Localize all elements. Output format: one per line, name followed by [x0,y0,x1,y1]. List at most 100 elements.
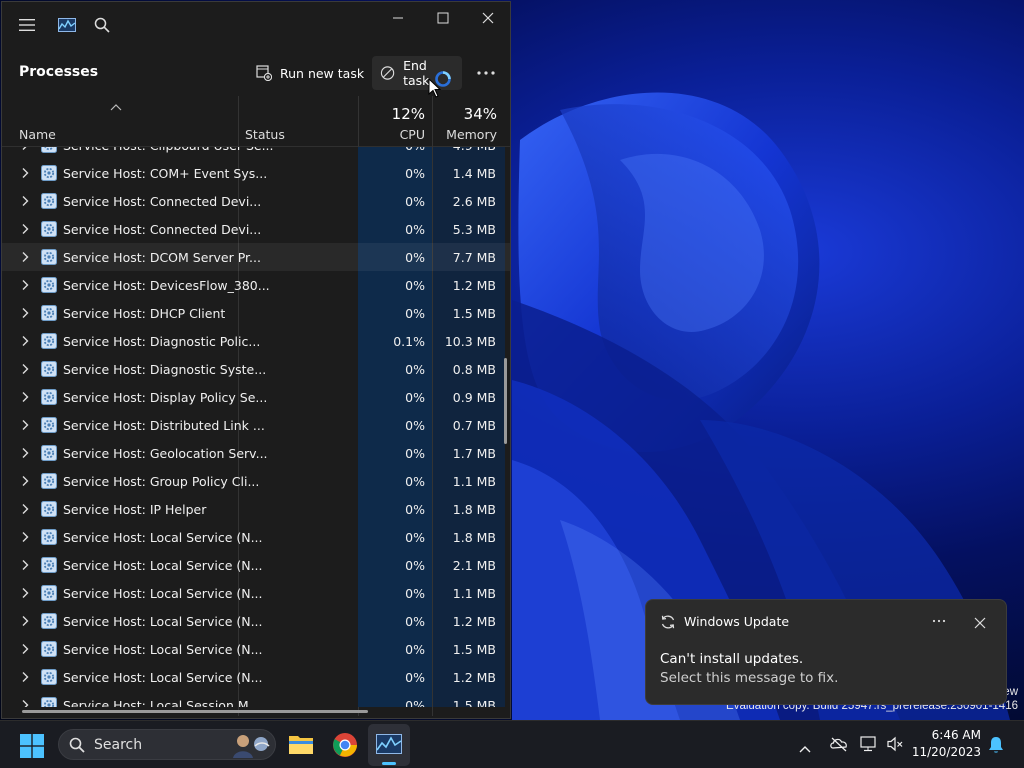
close-button[interactable] [466,6,510,30]
expand-chevron-icon[interactable] [21,307,31,319]
page-title: Processes [19,64,99,80]
expand-chevron-icon[interactable] [21,475,31,487]
process-memory: 7.7 MB [452,250,496,265]
end-task-icon [380,66,395,80]
table-row[interactable]: Service Host: Geolocation Serv... 0% 1.7 M… [2,439,510,467]
expand-chevron-icon[interactable] [21,335,31,347]
table-row[interactable]: Service Host: Local Service (N... 0% 1.8 M… [2,523,510,551]
minimize-button[interactable] [376,6,420,30]
service-host-gear-icon [41,361,57,377]
table-row[interactable]: Service Host: Local Session M... 0% 1.5 MB [2,691,510,707]
notification-close-icon[interactable] [974,614,986,633]
start-windows-icon[interactable] [20,734,44,762]
process-memory: 2.1 MB [452,558,496,573]
table-row[interactable]: Service Host: DCOM Server Pr... 0% 7.7 MB [2,243,510,271]
expand-chevron-icon[interactable] [21,671,31,683]
service-host-gear-icon [41,417,57,433]
run-new-task-icon [256,65,272,81]
table-row[interactable]: Service Host: Connected Devi... 0% 5.3 MB [2,215,510,243]
more-options-icon[interactable] [476,64,498,82]
column-header-status[interactable]: Status [245,127,285,142]
process-cpu: 0% [405,390,425,405]
expand-chevron-icon[interactable] [21,251,31,263]
service-host-gear-icon [41,669,57,685]
expand-chevron-icon[interactable] [21,587,31,599]
network-icon[interactable] [860,736,878,756]
cpu-total-percent: 12% [391,105,425,123]
memory-total-percent: 34% [463,105,497,123]
table-row[interactable]: Service Host: Group Policy Cli... 0% 1.1 M… [2,467,510,495]
expand-chevron-icon[interactable] [21,147,31,151]
table-row[interactable]: Service Host: Local Service (N... 0% 2.1 M… [2,551,510,579]
table-row[interactable]: Service Host: Local Service (N... 0% 1.5 M… [2,635,510,663]
process-cpu: 0.1% [393,334,425,349]
search-icon[interactable] [91,14,113,36]
column-headers: Name Status 12% CPU 34% Memory [2,96,510,147]
service-host-gear-icon [41,529,57,545]
show-hidden-icons-chevron-icon[interactable] [799,738,811,757]
process-memory: 1.5 MB [452,698,496,707]
expand-chevron-icon[interactable] [21,559,31,571]
table-row[interactable]: Service Host: DevicesFlow_380... 0% 1.2 MB [2,271,510,299]
onedrive-offline-icon[interactable] [829,736,849,756]
expand-chevron-icon[interactable] [21,643,31,655]
process-name: Service Host: DHCP Client [63,306,226,321]
table-row[interactable]: Service Host: Display Policy Se... 0% 0.9 … [2,383,510,411]
column-header-name[interactable]: Name [19,127,56,142]
hamburger-menu-icon[interactable] [16,14,38,36]
notification-more-icon[interactable] [931,612,951,630]
chrome-icon[interactable] [332,732,358,762]
table-row[interactable]: Service Host: Connected Devi... 0% 2.6 MB [2,187,510,215]
expand-chevron-icon[interactable] [21,615,31,627]
process-cpu: 0% [405,166,425,181]
expand-chevron-icon[interactable] [21,699,31,707]
expand-chevron-icon[interactable] [21,391,31,403]
expand-chevron-icon[interactable] [21,447,31,459]
expand-chevron-icon[interactable] [21,503,31,515]
maximize-button[interactable] [421,6,465,30]
process-memory: 1.8 MB [452,530,496,545]
process-memory: 10.3 MB [444,334,496,349]
process-cpu: 0% [405,194,425,209]
table-row[interactable]: Service Host: Local Service (N... 0% 1.1 M… [2,579,510,607]
table-row[interactable]: Service Host: Local Service (N... 0% 1.2 M… [2,663,510,691]
volume-muted-icon[interactable] [886,736,904,756]
service-host-gear-icon [41,165,57,181]
vertical-scrollbar[interactable] [504,358,507,444]
process-name: Service Host: Local Service (N... [63,642,263,657]
service-host-gear-icon [41,445,57,461]
taskbar-search-box[interactable]: Search [58,729,276,760]
table-row[interactable]: Service Host: IP Helper 0% 1.8 MB [2,495,510,523]
clock-date[interactable]: 11/20/2023 [910,745,981,759]
process-memory: 1.8 MB [452,502,496,517]
file-explorer-icon[interactable] [288,732,314,760]
expand-chevron-icon[interactable] [21,195,31,207]
task-manager-taskbar-button[interactable] [368,724,410,766]
table-row[interactable]: Service Host: Distributed Link ... 0% 0.7 … [2,411,510,439]
process-memory: 1.1 MB [452,474,496,489]
windows-update-notification[interactable]: Windows Update Can't install updates. Se… [645,599,1007,705]
table-row[interactable]: Service Host: Diagnostic Syste... 0% 0.8 M… [2,355,510,383]
process-memory: 1.2 MB [452,614,496,629]
expand-chevron-icon[interactable] [21,531,31,543]
process-name: Service Host: Local Service (N... [63,558,263,573]
run-new-task-button[interactable]: Run new task [248,56,372,90]
process-memory: 1.4 MB [452,166,496,181]
expand-chevron-icon[interactable] [21,223,31,235]
clock-time[interactable]: 6:46 AM [919,728,981,742]
column-header-memory[interactable]: Memory [433,127,497,142]
table-row[interactable]: Service Host: Diagnostic Polic... 0.1% 10.… [2,327,510,355]
process-name: Service Host: Local Service (N... [63,614,263,629]
expand-chevron-icon[interactable] [21,363,31,375]
process-cpu: 0% [405,502,425,517]
column-header-cpu[interactable]: CPU [358,127,425,142]
horizontal-scrollbar[interactable] [22,710,368,713]
table-row[interactable]: Service Host: COM+ Event Sys... 0% 1.4 MB [2,159,510,187]
notification-bell-icon[interactable] [987,735,1005,759]
table-row[interactable]: Service Host: Local Service (N... 0% 1.2 M… [2,607,510,635]
expand-chevron-icon[interactable] [21,279,31,291]
expand-chevron-icon[interactable] [21,167,31,179]
expand-chevron-icon[interactable] [21,419,31,431]
table-row[interactable]: Service Host: DHCP Client 0% 1.5 MB [2,299,510,327]
table-row[interactable]: Service Host: Clipboard User Se... 0% 4.9 … [2,147,510,159]
